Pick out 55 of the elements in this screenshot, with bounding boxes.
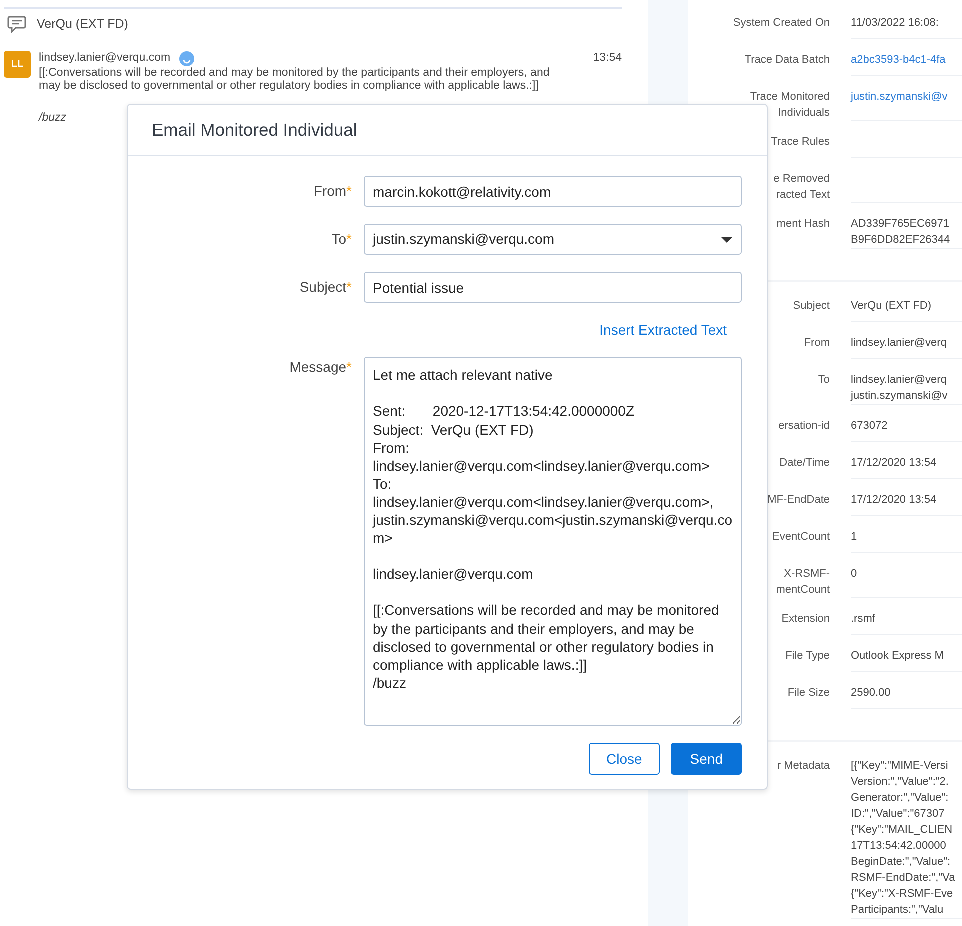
field-value: [{"Key":"MIME-Versi Version:","Value":"2. Generator:","Value": ID:","Value":"67307 {"Key":"MAIL_CLIEN 17T13:54:42.00000 BeginDate:","Value": RSMF-EndDate:","Va {"Key":"X-RSMF-Eve Participants:","Valu — [851, 760, 956, 916]
insert-link[interactable]: Insert Extracted Text — [600, 322, 727, 338]
field-label: ersation-id — [778, 420, 830, 432]
message-field[interactable]: Let me attach relevant native Sent: 2020-12-17T13:54:42.0000000Z Subject: VerQu (EXT FD) From: lindsey.lanier@verqu.com<lindsey.lanier@verqu.com> To: lindsey.lanier@verqu.com<lindsey.lanier@verqu.com>, justin.szymanski@verqu.com<justin.szymanski@verqu.com> lindsey.lanier@verqu.com [[:Conversations will be recorded and may be monitored by the participants and their employers, and may be disclosed to governmental or other regulatory bodies in compliance with applicable laws.:]] /buzz — [364, 357, 742, 726]
field-value: 2590.00 — [851, 687, 891, 699]
field-value: VerQu (EXT FD) — [851, 300, 932, 312]
smiley-icon — [178, 51, 195, 67]
conversation-title: VerQu (EXT FD) — [37, 16, 128, 33]
field-value: Outlook Express M — [851, 650, 944, 662]
value-link[interactable]: a2bc3593-b4c1-4fa — [851, 54, 946, 66]
caret-icon[interactable] — [721, 236, 733, 244]
field-value: 1 — [851, 531, 858, 543]
field-label: File Size — [788, 687, 830, 699]
input-field[interactable]: marcin.kokott@relativity.com — [364, 176, 742, 208]
dialog-title: Email Monitored Individual — [128, 105, 767, 156]
field-label: Date/Time — [780, 457, 830, 469]
field-label: r Metadata — [777, 760, 830, 772]
field-value: AD339F765EC6971 B9F6DD82EF26344 — [851, 218, 950, 246]
value-link[interactable]: justin.szymanski@v — [851, 91, 948, 103]
input-field[interactable]: Potential issue — [364, 272, 742, 304]
field-label: To* — [330, 230, 353, 250]
close-button[interactable]: Close — [588, 743, 660, 776]
field-label: Extension — [782, 613, 830, 625]
sender-name: lindsey.lanier@verqu.com — [39, 51, 171, 66]
field-label: Subject* — [298, 278, 353, 298]
field-value: lindsey.lanier@verq justin.szymanski@v — [851, 374, 948, 402]
field-label: System Created On — [733, 17, 830, 29]
avatar: LL — [4, 51, 31, 78]
field-label: ment Hash — [776, 218, 830, 230]
field-label: Message* — [288, 358, 353, 378]
field-value: 673072 — [851, 420, 888, 432]
field-value: lindsey.lanier@verq — [851, 337, 947, 349]
field-label: File Type — [786, 650, 830, 662]
field-value: 11/03/2022 16:08: — [851, 17, 939, 29]
send-button[interactable]: Send — [671, 743, 742, 776]
field-label: Trace Rules — [771, 136, 830, 148]
field-label: To — [818, 374, 830, 386]
field-label: Subject — [793, 300, 830, 312]
field-value: 0 — [851, 568, 858, 580]
field-label: Trace Data Batch — [744, 54, 830, 66]
field-value: 17/12/2020 13:54 — [851, 494, 937, 506]
field-label: EventCount — [772, 531, 830, 543]
field-label: X-RSMF- mentCount — [776, 568, 830, 596]
field-label: MF-EndDate — [768, 494, 830, 506]
dropdown[interactable]: justin.szymanski@verqu.com — [364, 224, 742, 256]
field-label: From — [804, 337, 830, 349]
chat-bubble-icon — [7, 14, 27, 34]
message-text: /buzz — [39, 112, 68, 125]
field-value: .rsmf — [851, 613, 876, 625]
message-text: [[:Conversations will be recorded and may be monitored by the participants and their employers, and — [39, 67, 551, 80]
field-value: 17/12/2020 13:54 — [851, 457, 937, 469]
message-time: 13:54 — [593, 51, 622, 66]
field-label: e Removed racted Text — [774, 173, 830, 201]
field-label: From* — [312, 182, 353, 202]
message-text: may be disclosed to governmental or other regulatory bodies in compliance with applicable laws.:]] — [39, 80, 540, 93]
